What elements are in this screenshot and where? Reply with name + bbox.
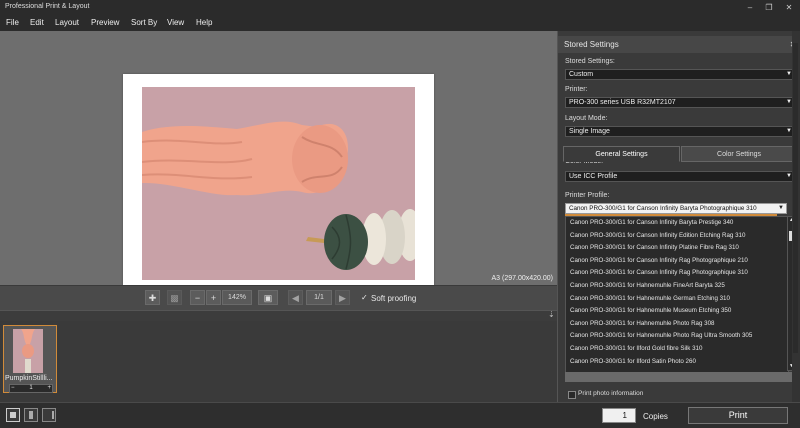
- paper-size-label: A3 (297.00x420.00): [491, 275, 554, 282]
- profile-option[interactable]: Canon PRO-300/G1 for Ilford Satin Photo …: [566, 356, 788, 369]
- profile-option[interactable]: Canon PRO-300/G1 for Hahnemuhle Photo Ra…: [566, 318, 788, 331]
- menu-edit[interactable]: Edit: [30, 18, 44, 27]
- thumbnail-copies-stepper[interactable]: − 1 +: [9, 384, 53, 393]
- page-indicator: 1/1: [306, 290, 332, 305]
- printer-profile-dropdown[interactable]: Canon PRO-300/G1 for Canson Infinity Bar…: [565, 216, 789, 373]
- remove-page-icon[interactable]: ▩: [167, 290, 182, 305]
- zoom-level-value: 142%: [228, 294, 246, 301]
- photo-preview[interactable]: [142, 87, 415, 280]
- photo-image: [142, 121, 415, 270]
- profile-option[interactable]: Canon PRO-300/G1 for Hahnemuhle German E…: [566, 293, 788, 306]
- profile-option[interactable]: Canon PRO-300/G1 for Hahnemuhle FineArt …: [566, 280, 788, 293]
- settings-panel: Stored Settings ⇳ Stored Settings: Custo…: [557, 31, 800, 402]
- panel-scroll-thumb[interactable]: [793, 43, 798, 353]
- layout-mode-value: Single Image: [569, 128, 610, 135]
- profile-option[interactable]: Canon PRO-300/G1 for Canson Infinity Edi…: [566, 230, 788, 243]
- title-bar: Professional Print & Layout – ❐ ✕: [0, 0, 800, 15]
- thumbnail-copies-value: 1: [29, 385, 33, 391]
- profile-option[interactable]: Canon PRO-300/G1 for Canson Infinity Bar…: [566, 217, 788, 230]
- bottom-bar: 1 Copies Print: [0, 402, 800, 428]
- profile-option[interactable]: Canon PRO-300/G1 for Hahnemuhle Photo Ra…: [566, 330, 788, 343]
- tab-color-settings[interactable]: Color Settings: [681, 146, 797, 162]
- zoom-out-icon[interactable]: −: [190, 290, 205, 305]
- previous-page-icon[interactable]: ◀: [288, 290, 303, 305]
- page-indicator-value: 1/1: [314, 294, 324, 301]
- next-page-icon[interactable]: ▶: [335, 290, 350, 305]
- maximize-icon[interactable]: ❐: [762, 2, 776, 13]
- stored-settings-select[interactable]: Custom ▼: [565, 69, 795, 80]
- preview-area: A3 (297.00x420.00): [0, 31, 557, 294]
- color-mode-label: Color Mode:: [565, 162, 603, 167]
- stored-settings-value: Custom: [569, 71, 594, 78]
- menu-layout[interactable]: Layout: [55, 18, 79, 27]
- profile-option[interactable]: Canon PRO-300/G1 for Ilford Gold fibre S…: [566, 343, 788, 356]
- printer-select[interactable]: PRO-300 series USB R32MT2107 ▼: [565, 97, 795, 108]
- add-page-icon[interactable]: ✚: [145, 290, 160, 305]
- profile-option-list: Canon PRO-300/G1 for Canson Infinity Bar…: [566, 217, 788, 368]
- layout-mode-label: Layout Mode:: [565, 115, 608, 122]
- profile-option[interactable]: Canon PRO-300/G1 for Canson Infinity Rag…: [566, 267, 788, 280]
- soft-proofing-check-icon[interactable]: ✓: [361, 293, 368, 302]
- display-mode-icon[interactable]: ▣: [258, 290, 278, 305]
- color-mode-select[interactable]: Use ICC Profile ▼: [565, 171, 795, 182]
- tab-general-settings[interactable]: General Settings: [563, 146, 680, 162]
- layout-single-icon[interactable]: [6, 408, 20, 422]
- chevron-down-icon: ▼: [778, 205, 784, 211]
- increment-icon[interactable]: +: [47, 385, 51, 392]
- collapse-icon[interactable]: ⇣: [548, 310, 555, 319]
- layout-split-icon[interactable]: [24, 408, 38, 422]
- menu-preview[interactable]: Preview: [91, 18, 119, 27]
- window-title: Professional Print & Layout: [5, 3, 90, 10]
- panel-header-label: Stored Settings: [564, 40, 619, 49]
- menu-bar: File Edit Layout Preview Sort By View He…: [0, 15, 800, 31]
- profile-option[interactable]: Canon PRO-300/G1 for Hahnemuhle Museum E…: [566, 305, 788, 318]
- color-mode-value: Use ICC Profile: [569, 173, 618, 180]
- menu-help[interactable]: Help: [196, 18, 212, 27]
- stored-settings-header[interactable]: Stored Settings ⇳: [558, 36, 800, 53]
- printer-label: Printer:: [565, 86, 588, 93]
- printer-value: PRO-300 series USB R32MT2107: [569, 99, 676, 106]
- printer-profile-value: Canon PRO-300/G1 for Canson Infinity Bar…: [569, 205, 757, 212]
- decrement-icon[interactable]: −: [11, 385, 15, 392]
- paper-preview: [123, 74, 434, 294]
- copies-input[interactable]: 1: [602, 408, 636, 423]
- layout-mode-select[interactable]: Single Image ▼: [565, 126, 795, 137]
- menu-file[interactable]: File: [6, 18, 19, 27]
- printer-profile-label: Printer Profile:: [565, 192, 610, 199]
- profile-option[interactable]: Canon PRO-300/G1 for Canson Infinity Pla…: [566, 242, 788, 255]
- menu-sort-by[interactable]: Sort By: [131, 18, 157, 27]
- close-icon[interactable]: ✕: [782, 2, 796, 13]
- print-photo-info-checkbox[interactable]: [568, 391, 576, 399]
- print-photo-info-label[interactable]: Print photo information: [578, 390, 643, 397]
- profile-option[interactable]: Canon PRO-300/G1 for Canson Infinity Rag…: [566, 255, 788, 268]
- panel-scrollbar[interactable]: [792, 31, 800, 402]
- preview-toolbar: ✚ ▩ − + 142% ▣ ◀ 1/1 ▶ ✓ Soft proofing: [0, 285, 557, 311]
- zoom-level-select[interactable]: 142%: [222, 290, 252, 305]
- profile-info-field: [565, 372, 795, 382]
- soft-proofing-label[interactable]: Soft proofing: [371, 294, 416, 303]
- copies-value: 1: [622, 411, 627, 420]
- layout-side-icon[interactable]: [42, 408, 56, 422]
- stored-settings-label: Stored Settings:: [565, 58, 615, 65]
- thumbnail-name: PumpkinStillli...: [5, 375, 53, 382]
- thumbnail-image: [13, 329, 43, 373]
- thumbnail-item[interactable]: PumpkinStillli... − 1 +: [3, 325, 57, 393]
- zoom-in-icon[interactable]: +: [206, 290, 221, 305]
- thumbnail-strip: PumpkinStillli... − 1 +: [0, 321, 557, 399]
- minimize-icon[interactable]: –: [743, 2, 757, 13]
- menu-view[interactable]: View: [167, 18, 184, 27]
- print-button[interactable]: Print: [688, 407, 788, 424]
- printer-profile-select[interactable]: Canon PRO-300/G1 for Canson Infinity Bar…: [565, 203, 787, 214]
- copies-label: Copies: [643, 412, 668, 421]
